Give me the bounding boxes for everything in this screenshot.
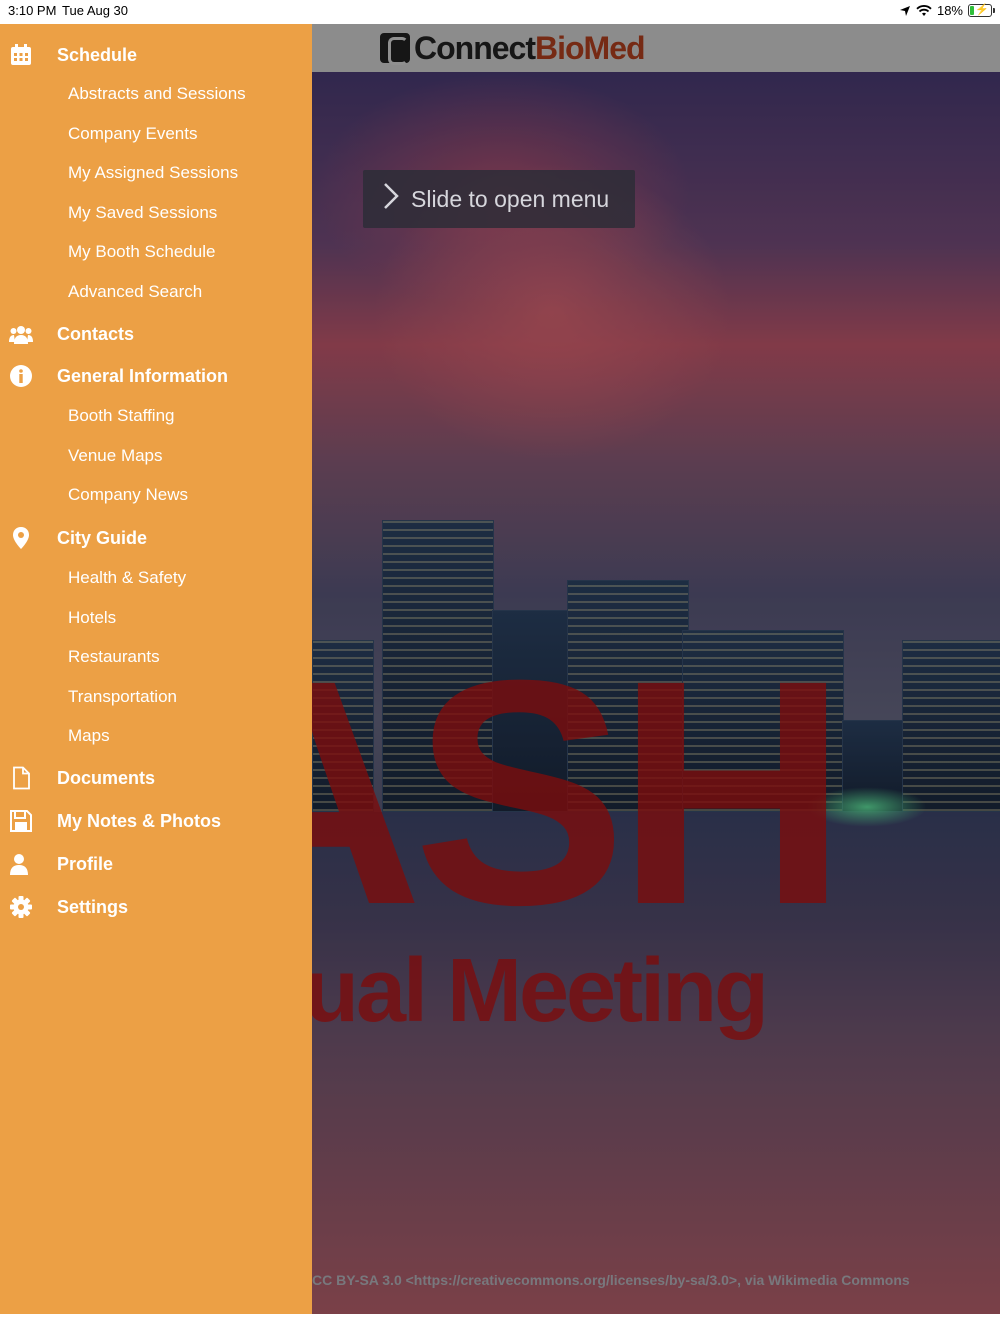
side-menu-drawer: Schedule Abstracts and Sessions Company …	[0, 24, 312, 1314]
wifi-icon	[916, 4, 932, 16]
document-icon	[13, 766, 30, 790]
menu-item-restaurants[interactable]: Restaurants	[68, 647, 160, 667]
menu-section-my-notes-photos[interactable]: My Notes & Photos	[0, 801, 312, 841]
menu-section-contacts[interactable]: Contacts	[0, 314, 312, 354]
menu-item-abstracts-and-sessions[interactable]: Abstracts and Sessions	[68, 84, 246, 104]
menu-item-health-safety[interactable]: Health & Safety	[68, 568, 186, 588]
status-date: Tue Aug 30	[62, 3, 129, 18]
slide-to-open-menu-hint[interactable]: Slide to open menu	[363, 170, 635, 228]
menu-item-venue-maps[interactable]: Venue Maps	[68, 446, 163, 466]
calendar-icon	[11, 44, 31, 65]
menu-item-my-booth-schedule[interactable]: My Booth Schedule	[68, 242, 215, 262]
menu-label-documents: Documents	[57, 767, 156, 788]
location-arrow-icon	[899, 5, 910, 16]
menu-item-advanced-search[interactable]: Advanced Search	[68, 282, 202, 302]
gear-icon	[10, 896, 32, 918]
menu-label-contacts: Contacts	[57, 323, 135, 344]
map-pin-icon	[13, 527, 29, 549]
menu-label-my-notes-photos: My Notes & Photos	[57, 810, 222, 831]
menu-item-my-assigned-sessions[interactable]: My Assigned Sessions	[68, 163, 238, 183]
menu-section-general-information[interactable]: General Information	[0, 356, 312, 396]
info-icon	[10, 365, 32, 387]
menu-item-booth-staffing[interactable]: Booth Staffing	[68, 406, 175, 426]
battery-charging-icon: ⚡	[968, 4, 995, 17]
chevron-right-icon	[371, 182, 411, 217]
main-content[interactable]: ASH nual Meeting CC BY-SA 3.0 <https://c…	[312, 24, 1000, 1314]
status-bar: 3:10 PM Tue Aug 30 18% ⚡	[0, 0, 1000, 24]
menu-label-profile: Profile	[57, 853, 114, 874]
menu-section-settings[interactable]: Settings	[0, 887, 312, 927]
menu-label-general-information: General Information	[57, 365, 229, 386]
menu-section-profile[interactable]: Profile	[0, 844, 312, 884]
user-icon	[10, 854, 28, 875]
menu-section-city-guide[interactable]: City Guide	[0, 518, 312, 558]
save-icon	[10, 810, 32, 832]
menu-section-documents[interactable]: Documents	[0, 758, 312, 798]
battery-percent: 18%	[936, 3, 963, 18]
menu-item-company-news[interactable]: Company News	[68, 485, 188, 505]
menu-item-hotels[interactable]: Hotels	[68, 608, 116, 628]
menu-item-transportation[interactable]: Transportation	[68, 687, 177, 707]
menu-item-company-events[interactable]: Company Events	[68, 124, 197, 144]
menu-section-schedule[interactable]: Schedule	[0, 35, 312, 75]
slide-hint-label: Slide to open menu	[411, 185, 610, 212]
menu-label-settings: Settings	[57, 896, 129, 917]
status-indicators: 18% ⚡	[899, 3, 995, 18]
menu-item-maps[interactable]: Maps	[68, 726, 110, 746]
menu-label-city-guide: City Guide	[57, 527, 148, 548]
users-icon	[9, 326, 33, 344]
bottom-bar	[0, 1314, 1000, 1334]
menu-label-schedule: Schedule	[57, 44, 138, 65]
menu-item-my-saved-sessions[interactable]: My Saved Sessions	[68, 203, 217, 223]
status-time: 3:10 PM	[8, 3, 57, 18]
